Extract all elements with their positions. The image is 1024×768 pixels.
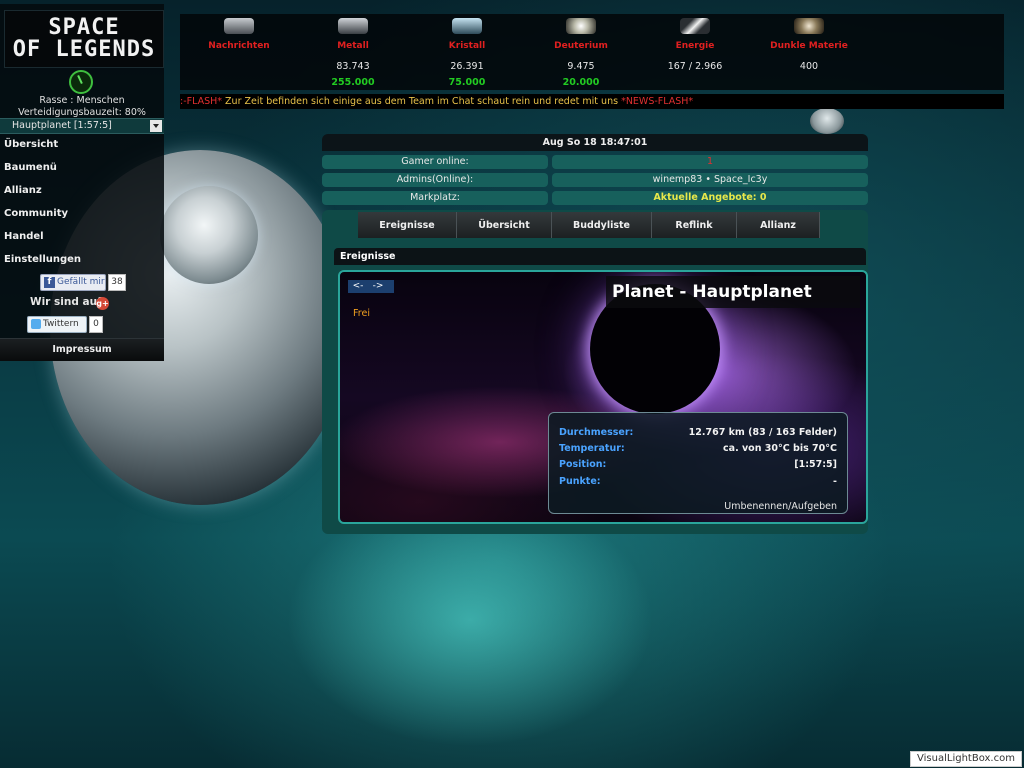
tab-overview[interactable]: Übersicht	[457, 212, 552, 238]
tab-events[interactable]: Ereignisse	[358, 212, 457, 238]
nav-trade[interactable]: Handel	[4, 227, 160, 247]
next-planet-button[interactable]: ->	[368, 280, 388, 293]
info-label-admins-online: Admins(Online):	[322, 173, 548, 187]
facebook-like-count: 38	[108, 274, 126, 291]
game-logo[interactable]: SPACE OF LEGENDS	[4, 10, 164, 68]
nav-alliance[interactable]: Allianz	[4, 181, 160, 201]
google-plus-text: Wir sind auf	[30, 296, 102, 308]
resource-energy: Energie 167 / 2.966	[640, 18, 750, 89]
facebook-like-button[interactable]: f Gefällt mir	[40, 274, 106, 291]
resource-amount: 400	[799, 61, 819, 72]
resource-amount: 83.743	[336, 61, 370, 72]
info-label-marketplace: Markplatz:	[322, 191, 548, 205]
ticker-message: Zur Zeit befinden sich einige aus dem Te…	[222, 96, 622, 107]
race-label: Rasse : Menschen	[39, 95, 125, 106]
facebook-icon: f	[44, 277, 55, 288]
server-datetime: Aug So 18 18:47:01	[322, 134, 868, 151]
info-value-marketplace[interactable]: Aktuelle Angebote: 0	[552, 191, 868, 205]
crystal-icon	[452, 18, 482, 34]
previous-planet-button[interactable]: <-	[348, 280, 368, 293]
resource-deuterium: Deuterium 9.475 20.000	[526, 18, 636, 89]
main-panel: Aug So 18 18:47:01 Gamer online: 1 Admin…	[322, 134, 868, 534]
watermark[interactable]: VisualLightBox.com	[910, 751, 1022, 767]
resource-name: Metall	[337, 41, 369, 51]
resource-name: Nachrichten	[208, 41, 270, 51]
planet-nav-arrows: <- ->	[348, 280, 394, 293]
info-value-admins-online[interactable]: winemp83 • Space_Ic3y	[552, 173, 868, 187]
resource-amount: 26.391	[450, 61, 484, 72]
planet-info-box: Durchmesser: 12.767 km (83 / 163 Felder)…	[548, 412, 848, 514]
info-label-gamers-online: Gamer online:	[322, 155, 548, 169]
events-header: Ereignisse	[334, 248, 866, 265]
resource-amount: 167 / 2.966	[667, 61, 723, 72]
news-ticker: :-FLASH* Zur Zeit befinden sich einige a…	[180, 94, 1004, 109]
twitter-icon	[31, 319, 41, 329]
google-plus-icon[interactable]: g+	[96, 297, 109, 310]
ticker-prefix: :-FLASH*	[180, 96, 223, 107]
planet-view: <- -> Frei Planet - Hauptplanet Durchmess…	[338, 270, 868, 524]
dark-matter-icon	[794, 18, 824, 34]
deuterium-icon	[566, 18, 596, 34]
tab-bar: Ereignisse Übersicht Buddyliste Reflink …	[358, 212, 820, 238]
tab-alliance[interactable]: Allianz	[737, 212, 820, 238]
resource-name: Deuterium	[554, 41, 608, 51]
nav-overview[interactable]: Übersicht	[4, 135, 160, 155]
tab-reflink[interactable]: Reflink	[652, 212, 737, 238]
impressum-link[interactable]: Impressum	[0, 338, 164, 361]
resource-capacity: 20.000	[562, 77, 600, 88]
resource-messages[interactable]: Nachrichten	[184, 18, 294, 89]
planet-status: Frei	[353, 308, 370, 319]
position-label: Position:	[559, 459, 607, 470]
background-moon-small	[160, 186, 258, 284]
twitter-label: Twittern	[43, 319, 79, 329]
facebook-like-label: Gefällt mir	[57, 277, 105, 287]
resource-name: Dunkle Materie	[770, 41, 848, 51]
defense-build-time: Verteidigungsbauzeit: 80%	[18, 107, 146, 118]
temperature-label: Temperatur:	[559, 443, 625, 454]
resource-bar: Nachrichten Metall 83.743 255.000 Krista…	[180, 14, 1004, 90]
twitter-button[interactable]: Twittern	[27, 316, 87, 333]
temperature-value: ca. von 30°C bis 70°C	[723, 443, 837, 454]
nav-settings[interactable]: Einstellungen	[4, 250, 160, 270]
resource-name: Kristall	[448, 41, 486, 51]
planet-select-value: Hauptplanet [1:57:5]	[12, 120, 112, 131]
tab-buddylist[interactable]: Buddyliste	[552, 212, 652, 238]
race-icon	[69, 70, 93, 94]
resource-dark-matter: Dunkle Materie 400	[754, 18, 864, 89]
nav-community[interactable]: Community	[4, 204, 160, 224]
planet-select[interactable]: Hauptplanet [1:57:5]	[0, 118, 164, 134]
resource-amount: 9.475	[567, 61, 595, 72]
points-label: Punkte:	[559, 476, 601, 487]
ticker-suffix: *NEWS-FLASH*	[621, 96, 694, 107]
resource-capacity: 75.000	[448, 77, 486, 88]
resource-capacity	[184, 77, 294, 89]
background-moon-tiny	[810, 108, 844, 134]
diameter-value: 12.767 km (83 / 163 Felder)	[688, 427, 837, 438]
logo-line-1: SPACE	[48, 15, 120, 40]
logo-line-2: OF LEGENDS	[12, 37, 156, 62]
resource-capacity: 255.000	[331, 77, 375, 88]
resource-crystal: Kristall 26.391 75.000	[412, 18, 522, 89]
resource-amount	[184, 61, 294, 73]
position-value: [1:57:5]	[794, 459, 837, 470]
twitter-count: 0	[89, 316, 103, 333]
diameter-label: Durchmesser:	[559, 427, 634, 438]
resource-metal: Metall 83.743 255.000	[298, 18, 408, 89]
chevron-down-icon[interactable]	[150, 120, 162, 132]
nav-build-menu[interactable]: Baumenü	[4, 158, 160, 178]
info-value-gamers-online: 1	[552, 155, 868, 169]
points-value: -	[833, 476, 837, 487]
message-icon	[224, 18, 254, 34]
rename-abandon-link[interactable]: Umbenennen/Aufgeben	[724, 501, 837, 512]
resource-capacity	[640, 77, 750, 89]
planet-title: Planet - Hauptplanet	[606, 276, 860, 308]
resource-capacity	[754, 77, 864, 89]
metal-icon	[338, 18, 368, 34]
energy-icon	[680, 18, 710, 34]
resource-name: Energie	[675, 41, 715, 51]
